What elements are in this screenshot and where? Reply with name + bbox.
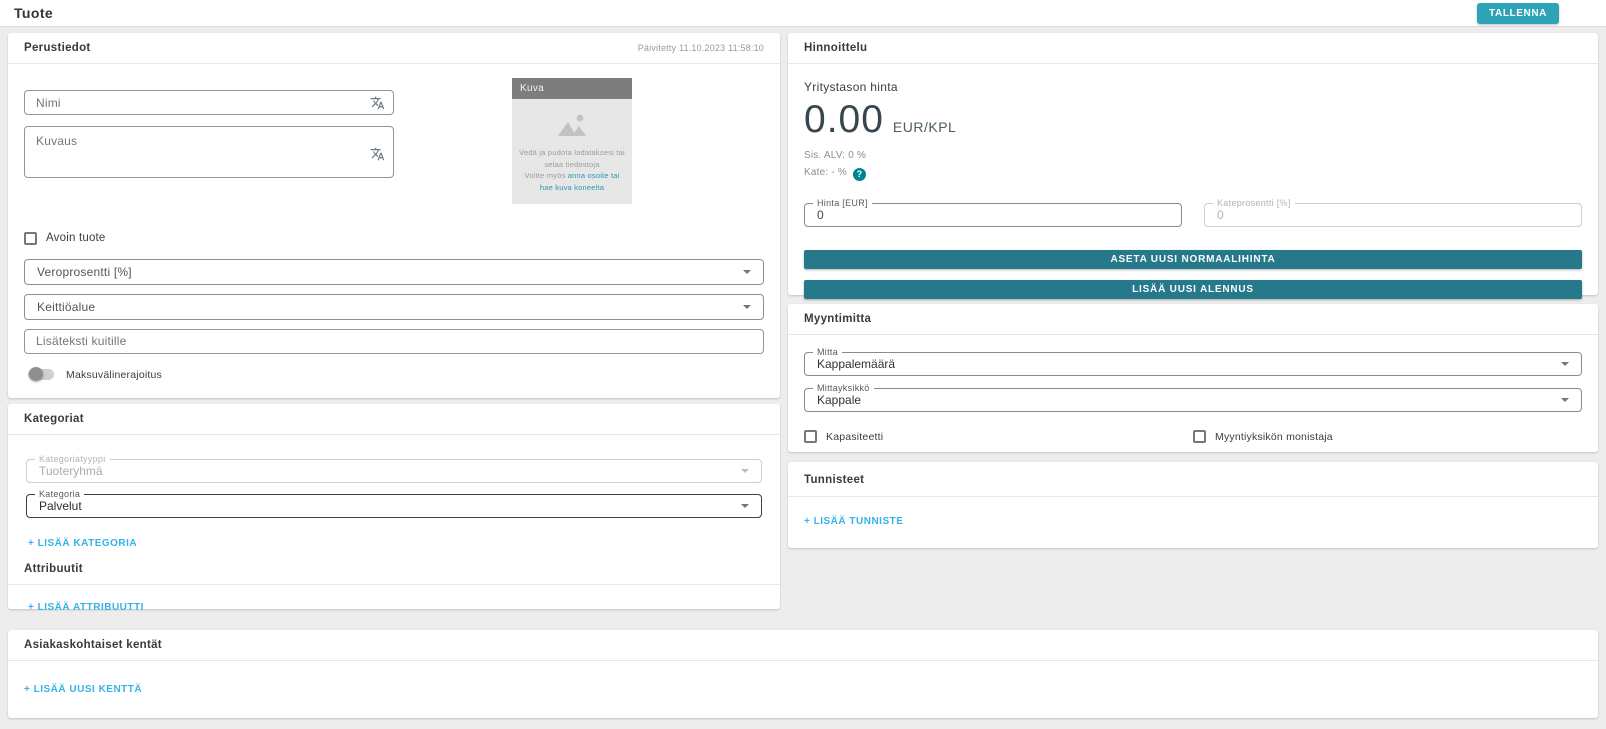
name-input[interactable] — [24, 90, 394, 115]
price-value: 0.00 — [804, 98, 884, 142]
save-button[interactable]: TALLENNA — [1477, 3, 1559, 24]
unit-value: Kappale — [817, 393, 861, 407]
kitchen-area-label: Keittiöalue — [37, 300, 95, 314]
payment-restriction-label: Maksuvälinerajoitus — [66, 369, 162, 381]
margin-input-label: Kateprosentti [%] — [1213, 198, 1295, 208]
myyntimitta-title: Myyntimitta — [804, 313, 871, 325]
price-unit: EUR/KPL — [893, 119, 956, 135]
panel-kategoriat: Kategoriat Kategoriatyyppi Tuoteryhmä Ka… — [8, 404, 780, 609]
sales-unit-multiplier-checkbox[interactable] — [1193, 430, 1206, 443]
margin-text: Kate: - % — [804, 167, 847, 178]
vat-text: Sis. ALV: 0 % — [804, 150, 1582, 161]
add-tag-button[interactable]: + LISÄÄ TUNNISTE — [804, 516, 903, 527]
panel-asiakaskentat: Asiakaskohtaiset kentät + LISÄÄ UUSI KEN… — [8, 630, 1598, 718]
price-input-field[interactable]: Hinta [EUR] — [804, 203, 1182, 227]
panel-perustiedot: Perustiedot Päivitetty 11.10.2023 11:58:… — [8, 33, 780, 398]
category-type-value: Tuoteryhmä — [39, 464, 103, 478]
price-input[interactable] — [817, 208, 1169, 222]
company-price-label: Yritystason hinta — [804, 80, 1582, 94]
kategoriat-title: Kategoriat — [24, 413, 84, 425]
payment-restriction-toggle[interactable] — [28, 369, 54, 380]
page-title: Tuote — [14, 5, 53, 21]
sales-unit-multiplier-label: Myyntiyksikön monistaja — [1215, 431, 1333, 443]
category-type-label: Kategoriatyyppi — [35, 454, 110, 464]
category-type-select[interactable]: Kategoriatyyppi Tuoteryhmä — [26, 459, 762, 483]
margin-input-field[interactable]: Kateprosentti [%] — [1204, 203, 1582, 227]
add-custom-field-button[interactable]: + LISÄÄ UUSI KENTTÄ — [24, 684, 142, 695]
chevron-down-icon — [741, 469, 749, 473]
measure-value: Kappalemäärä — [817, 357, 895, 371]
updated-timestamp: Päivitetty 11.10.2023 11:58:10 — [638, 43, 764, 53]
unit-select[interactable]: Mittayksikkö Kappale — [804, 388, 1582, 412]
tax-percent-label: Veroprosentti [%] — [37, 265, 132, 279]
panel-myyntimitta: Myyntimitta Mitta Kappalemäärä Mittayksi… — [788, 304, 1598, 452]
image-upload-title: Kuva — [512, 78, 632, 99]
capacity-label: Kapasiteetti — [826, 431, 883, 443]
open-product-label: Avoin tuote — [46, 232, 106, 244]
panel-tunnisteet: Tunnisteet + LISÄÄ TUNNISTE — [788, 462, 1598, 548]
translate-icon — [370, 146, 385, 161]
asiakaskentat-title: Asiakaskohtaiset kentät — [24, 639, 162, 651]
price-input-label: Hinta [EUR] — [813, 198, 872, 208]
category-value: Palvelut — [39, 499, 82, 513]
translate-icon — [370, 95, 385, 110]
perustiedot-title: Perustiedot — [24, 42, 91, 54]
image-upload-dropzone[interactable]: Kuva Vedä ja pudota ladataksesi tai sela… — [512, 78, 632, 204]
description-input[interactable] — [24, 126, 394, 178]
top-bar: Tuote TALLENNA — [0, 0, 1606, 27]
add-discount-button[interactable]: LISÄÄ UUSI ALENNUS — [804, 280, 1582, 299]
capacity-checkbox[interactable] — [804, 430, 817, 443]
upload-drag-text: Vedä ja pudota ladataksesi tai selaa tie… — [519, 148, 625, 169]
chevron-down-icon — [1561, 398, 1569, 402]
tax-percent-select[interactable]: Veroprosentti [%] — [24, 259, 764, 285]
category-label: Kategoria — [35, 489, 84, 499]
add-category-button[interactable]: + LISÄÄ KATEGORIA — [28, 538, 137, 549]
help-icon[interactable]: ? — [853, 168, 866, 181]
chevron-down-icon — [743, 305, 751, 309]
unit-label: Mittayksikkö — [813, 383, 874, 393]
chevron-down-icon — [1561, 362, 1569, 366]
chevron-down-icon — [743, 270, 751, 274]
kitchen-area-select[interactable]: Keittiöalue — [24, 294, 764, 320]
open-product-checkbox[interactable] — [24, 232, 37, 245]
measure-label: Mitta — [813, 347, 842, 357]
panel-hinnoittelu: Hinnoittelu Yritystason hinta 0.00 EUR/K… — [788, 33, 1598, 295]
margin-input[interactable] — [1217, 208, 1569, 222]
set-normal-price-button[interactable]: ASETA UUSI NORMAALIHINTA — [804, 250, 1582, 269]
upload-alt-prefix: Voitte myös — [524, 171, 567, 180]
receipt-text-input[interactable] — [24, 329, 764, 354]
add-attribute-button[interactable]: + LISÄÄ ATTRIBUUTTI — [28, 602, 144, 613]
tunnisteet-title: Tunnisteet — [804, 474, 864, 486]
measure-select[interactable]: Mitta Kappalemäärä — [804, 352, 1582, 376]
hinnoittelu-title: Hinnoittelu — [804, 42, 867, 54]
category-select[interactable]: Kategoria Palvelut — [26, 494, 762, 518]
chevron-down-icon — [741, 504, 749, 508]
image-placeholder-icon — [555, 112, 589, 138]
attribuutit-title: Attribuutit — [24, 563, 764, 575]
